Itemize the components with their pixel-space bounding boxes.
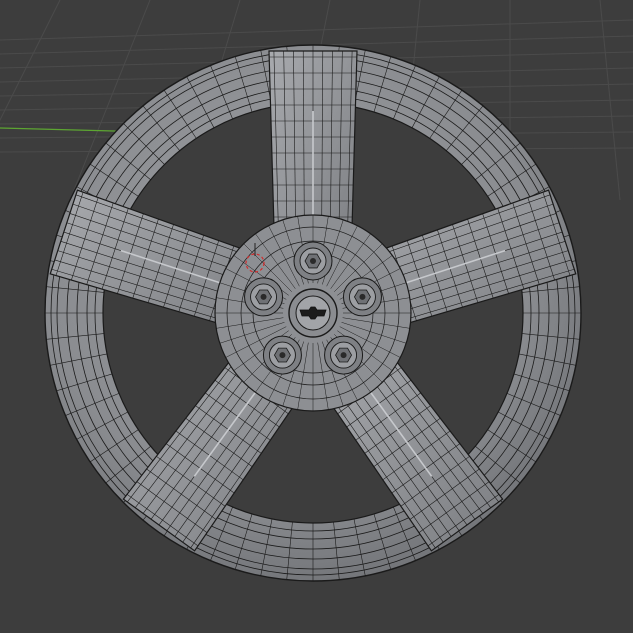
lug-nut — [244, 277, 284, 317]
3d-viewport[interactable] — [0, 0, 633, 633]
lug-nut — [324, 335, 364, 375]
center-cap — [288, 288, 338, 338]
lug-nut — [293, 241, 333, 281]
wheel-hub — [214, 214, 412, 412]
lug-nut — [262, 335, 302, 375]
wheel-mesh[interactable] — [44, 44, 582, 582]
lug-nut — [342, 277, 382, 317]
